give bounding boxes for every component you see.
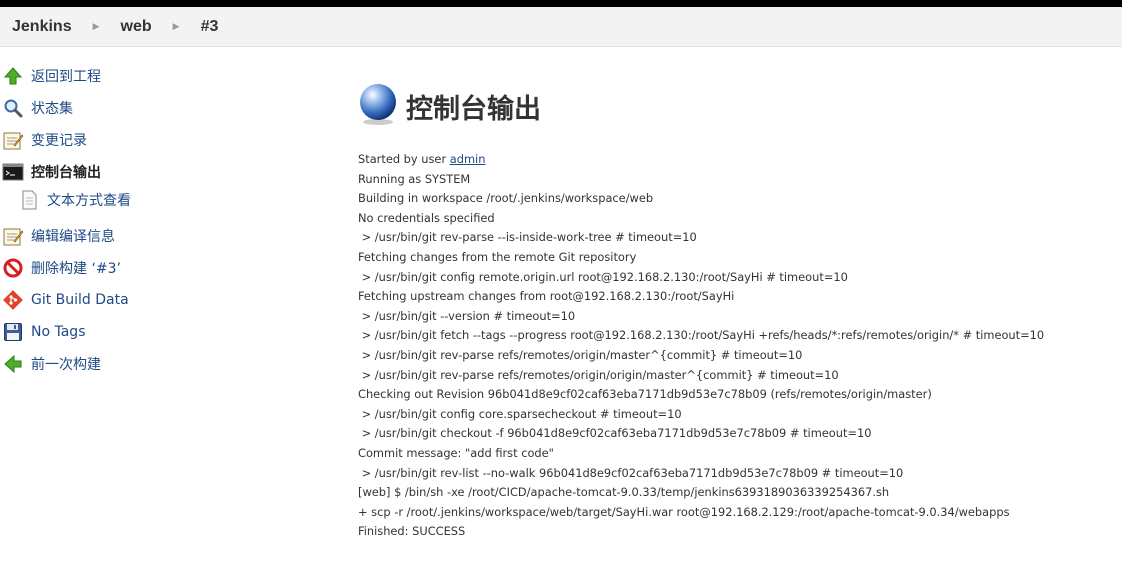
save-disk-icon — [1, 320, 25, 344]
sidebar-item-console-output[interactable]: 控制台输出 — [0, 159, 101, 185]
sidebar-item-no-tags[interactable]: No Tags — [0, 319, 85, 345]
breadcrumb-web[interactable]: web — [121, 18, 152, 36]
console-line: > /usr/bin/git --version # timeout=10 — [358, 308, 576, 323]
sidebar-item-label: Git Build Data — [31, 292, 129, 308]
terminal-icon — [1, 160, 25, 184]
sidebar-item-label: 编辑编译信息 — [31, 229, 115, 245]
sidebar-item-delete-build[interactable]: 删除构建 ‘#3’ — [0, 255, 121, 281]
console-line: Started by user — [358, 152, 450, 166]
console-line: Checking out Revision 96b041d8e9cf02caf6… — [358, 387, 932, 402]
console-line: No credentials specified — [358, 210, 495, 225]
git-icon — [1, 288, 25, 312]
console-output: Started by user admin Running as SYSTEM … — [358, 150, 1044, 542]
no-entry-icon — [1, 256, 25, 280]
sidebar-item-label: 前一次构建 — [31, 357, 101, 373]
user-link-admin[interactable]: admin — [450, 152, 486, 166]
sidebar-item-label: 状态集 — [31, 101, 73, 117]
sidebar-item-status[interactable]: 状态集 — [0, 95, 73, 121]
sidebar-item-git-build-data[interactable]: Git Build Data — [0, 287, 129, 313]
sidebar-item-view-as-plain-text[interactable]: 文本方式查看 — [16, 187, 131, 213]
console-line: Fetching upstream changes from root@192.… — [358, 289, 735, 304]
sidebar-item-label: 控制台输出 — [31, 165, 101, 181]
blue-ball-icon — [358, 80, 398, 132]
console-line: Running as SYSTEM — [358, 171, 471, 186]
sidebar-item-label: No Tags — [31, 324, 86, 340]
console-line: > /usr/bin/git fetch --tags --progress r… — [358, 328, 1045, 343]
breadcrumb-jenkins[interactable]: Jenkins — [12, 18, 72, 36]
magnifier-icon — [1, 96, 25, 120]
breadcrumb-separator-icon: ▶ — [172, 21, 180, 32]
sidebar-item-changes[interactable]: 变更记录 — [0, 127, 87, 153]
breadcrumb-build-3[interactable]: #3 — [201, 18, 219, 36]
console-line: > /usr/bin/git rev-list --no-walk 96b041… — [358, 465, 904, 480]
console-line: [web] $ /bin/sh -xe /root/CICD/apache-to… — [358, 485, 890, 500]
sidebar-item-label: 返回到工程 — [31, 69, 101, 85]
console-line: Fetching changes from the remote Git rep… — [358, 249, 637, 264]
sidebar-item-label: 删除构建 ‘#3’ — [31, 261, 121, 277]
breadcrumb-separator-icon: ▶ — [92, 21, 100, 32]
sidebar-item-label: 文本方式查看 — [47, 193, 131, 209]
up-arrow-icon — [1, 64, 25, 88]
console-line: > /usr/bin/git rev-parse refs/remotes/or… — [358, 367, 839, 382]
document-icon — [17, 188, 41, 212]
console-line: Commit message: "add first code" — [358, 445, 554, 460]
console-line: > /usr/bin/git config remote.origin.url … — [358, 269, 848, 284]
console-line: > /usr/bin/git rev-parse --is-inside-wor… — [358, 230, 697, 245]
console-line: > /usr/bin/git checkout -f 96b041d8e9cf0… — [358, 426, 872, 441]
left-arrow-icon — [1, 352, 25, 376]
page-header: 控制台输出 — [358, 80, 541, 132]
page-title: 控制台输出 — [406, 93, 541, 125]
sidebar-item-label: 变更记录 — [31, 133, 87, 149]
sidebar-item-back-to-project[interactable]: 返回到工程 — [0, 63, 101, 89]
console-line: + scp -r /root/.jenkins/workspace/web/ta… — [358, 504, 1010, 519]
console-line: > /usr/bin/git config core.sparsecheckou… — [358, 406, 682, 421]
console-line: Finished: SUCCESS — [358, 524, 466, 539]
console-line: Building in workspace /root/.jenkins/wor… — [358, 191, 654, 206]
console-line: > /usr/bin/git rev-parse refs/remotes/or… — [358, 347, 803, 362]
sidebar-item-edit-build-info[interactable]: 编辑编译信息 — [0, 223, 115, 249]
top-bar — [0, 0, 1122, 7]
notepad-icon — [1, 128, 25, 152]
sidebar-item-previous-build[interactable]: 前一次构建 — [0, 351, 101, 377]
notepad-icon — [1, 224, 25, 248]
breadcrumb: Jenkins ▶ web ▶ #3 — [0, 7, 1122, 47]
